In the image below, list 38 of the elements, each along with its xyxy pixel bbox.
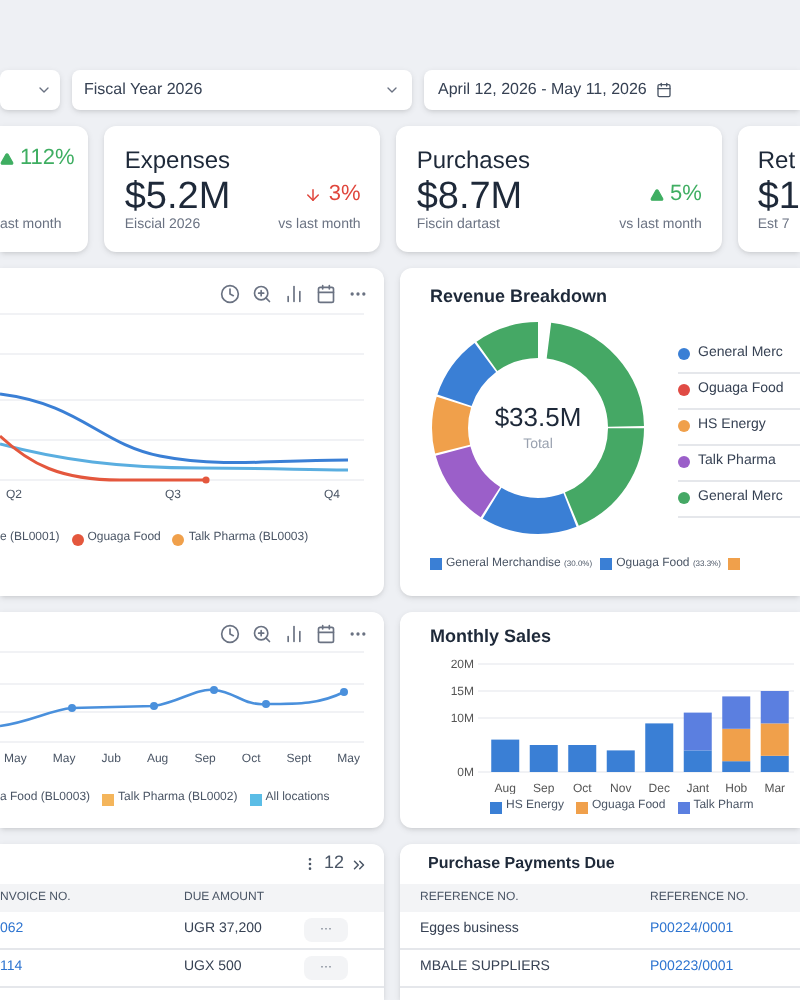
date-range-field[interactable]: April 12, 2026 - May 11, 2026 <box>424 70 800 110</box>
change-indicator: 3% <box>304 178 361 211</box>
down-arrow-icon <box>304 185 323 204</box>
zoom-icon[interactable] <box>252 624 272 644</box>
calendar-icon[interactable] <box>316 284 336 304</box>
bar <box>491 738 520 771</box>
history-icon[interactable] <box>220 284 240 304</box>
up-triangle-icon <box>0 151 14 166</box>
kpi-value: $1 <box>757 178 800 216</box>
calendar-icon[interactable] <box>316 624 336 644</box>
bar <box>568 744 597 771</box>
change-indicator: 5% <box>649 178 702 211</box>
bar <box>606 749 635 771</box>
pagination[interactable]: 12 <box>323 850 344 878</box>
chevron-down-icon <box>36 82 52 98</box>
bar <box>529 744 558 771</box>
fiscal-year-dropdown[interactable]: Fiscal Year 2026 <box>72 70 412 110</box>
zoom-icon[interactable] <box>252 284 272 304</box>
kpi-value: $5.2M <box>124 178 231 216</box>
history-icon[interactable] <box>220 624 240 644</box>
up-triangle-icon <box>649 187 664 202</box>
bar <box>645 722 674 771</box>
donut-total: $33.5M <box>494 399 582 435</box>
kpi-value: $8.7M <box>416 178 523 216</box>
kpi-title: Purchases <box>416 144 533 178</box>
bar <box>760 690 789 723</box>
kpi-title: Expenses <box>124 144 233 178</box>
calendar-icon <box>656 82 673 98</box>
next-page-icon[interactable] <box>350 855 368 873</box>
card-title: Revenue Breakdown <box>430 284 610 310</box>
bar-chart-icon[interactable] <box>284 284 304 304</box>
bar-chart-icon[interactable] <box>284 624 304 644</box>
chevron-down-icon <box>384 82 400 98</box>
change-indicator: 112% <box>0 142 75 175</box>
bar <box>722 695 751 728</box>
card-title: Purchase Payments Due <box>428 852 615 876</box>
kpi-title: Ret <box>757 144 798 178</box>
card-title: Monthly Sales <box>430 624 554 650</box>
